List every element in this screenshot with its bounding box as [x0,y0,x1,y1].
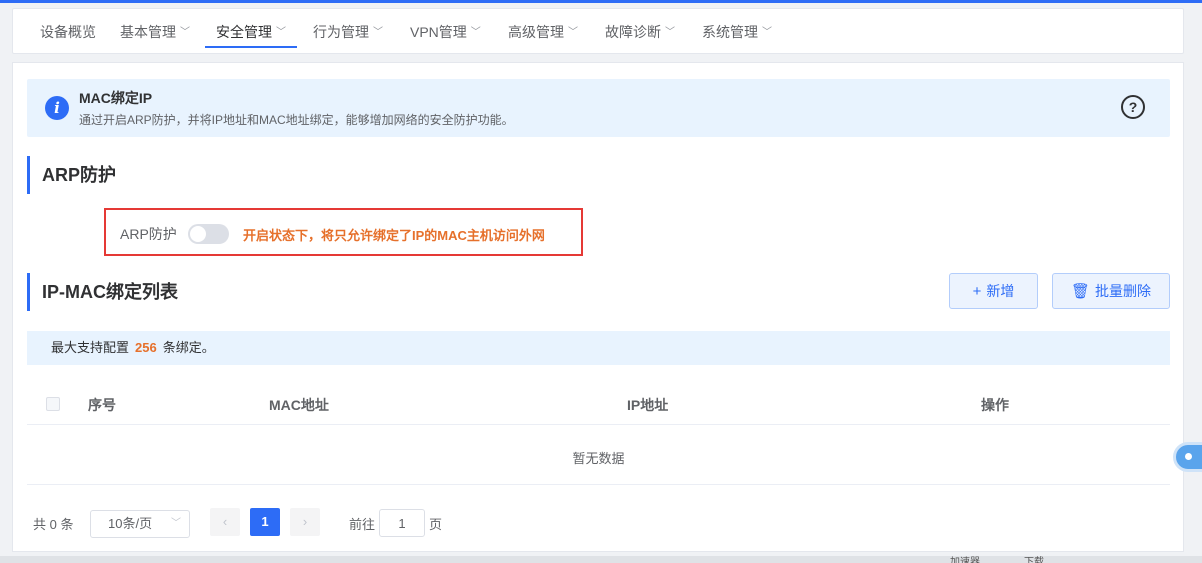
page-button-current[interactable]: 1 [250,508,280,536]
chevron-down-icon: ﹀ [180,27,190,38]
nav-item-label: 安全管理 [216,24,272,40]
top-accent-bar [0,0,1202,3]
arp-section-title: ARP防护 [27,156,116,194]
info-title: MAC绑定IP [79,90,153,106]
nav-item-label: 行为管理 [313,24,369,40]
page-size-select[interactable]: 10条/页 ﹀ [90,510,190,538]
nav-item-fault-diagnosis[interactable]: 故障诊断 ﹀ [605,9,675,55]
arp-hint-text: 开启状态下，将只允许绑定了IP的MAC主机访问外网 [243,228,545,243]
floating-assistant-icon[interactable] [1173,442,1202,472]
table-bottom-divider [27,484,1170,485]
nav-item-system-management[interactable]: 系统管理 ﹀ [702,9,772,55]
chevron-down-icon: ﹀ [762,27,772,38]
goto-suffix: 页 [429,517,443,532]
chevron-down-icon: ﹀ [665,27,675,38]
goto-page-input[interactable] [379,509,425,537]
nav-item-label: 设备概览 [40,24,96,40]
nav-item-device-overview[interactable]: 设备概览 [40,9,96,55]
nav-item-label: VPN管理 [410,24,467,40]
nav-item-security-management[interactable]: 安全管理 ﹀ [205,9,297,55]
empty-table-text: 暂无数据 [572,451,625,466]
info-description: 通过开启ARP防护，并将IP地址和MAC地址绑定，能够增加网络的安全防护功能。 [79,113,514,127]
goto-label: 前往 [349,517,376,532]
nav-item-label: 系统管理 [702,24,758,40]
nav-item-basic-management[interactable]: 基本管理 ﹀ [120,9,190,55]
nav-item-label: 故障诊断 [605,24,661,40]
column-header-index: 序号 [88,397,116,413]
switch-knob [190,226,206,242]
nav-item-label: 高级管理 [508,24,564,40]
plus-icon: + [972,283,982,300]
nav-item-behavior-management[interactable]: 行为管理 ﹀ [313,9,383,55]
chevron-down-icon: ﹀ [373,27,383,38]
batch-delete-button[interactable]: 🗑 批量删除 [1052,273,1170,309]
column-header-mac: MAC地址 [269,397,329,413]
info-icon: i [45,96,69,120]
ip-mac-list-title: IP-MAC绑定列表 [27,273,178,311]
column-header-actions: 操作 [981,397,1009,413]
page-size-value: 10条/页 [108,516,153,531]
arp-highlight-box: ARP防护 开启状态下，将只允许绑定了IP的MAC主机访问外网 [104,208,583,256]
add-button-label: 新增 [986,283,1015,299]
batch-delete-label: 批量删除 [1095,283,1152,299]
chevron-down-icon: ﹀ [171,518,181,529]
chevron-down-icon: ﹀ [568,27,578,38]
pagination-total: 共 0 条 [33,517,74,532]
arp-toggle-label: ARP防护 [120,226,177,242]
trash-icon: 🗑 [1070,283,1091,300]
limit-suffix: 条绑定。 [162,340,215,355]
main-card: i MAC绑定IP 通过开启ARP防护，并将IP地址和MAC地址绑定，能够增加网… [12,62,1184,552]
arp-toggle-switch[interactable] [188,224,229,244]
status-item-download[interactable]: 下载 [1024,556,1044,563]
add-button[interactable]: + 新增 [949,273,1038,309]
prev-page-button[interactable]: ‹ [210,508,240,536]
status-item-accelerator[interactable]: 加速器 [950,556,980,563]
info-banner: i MAC绑定IP 通过开启ARP防护，并将IP地址和MAC地址绑定，能够增加网… [27,79,1170,137]
table-header-divider [27,424,1170,425]
nav-item-vpn-management[interactable]: VPN管理 ﹀ [410,9,481,55]
browser-status-bar: 加速器 下载 [0,556,1202,563]
next-page-button[interactable]: › [290,508,320,536]
column-header-ip: IP地址 [627,397,669,413]
limit-value: 256 [135,340,157,355]
nav-item-advanced-management[interactable]: 高级管理 ﹀ [508,9,578,55]
help-icon[interactable]: ? [1121,95,1145,119]
chevron-down-icon: ﹀ [470,27,481,38]
nav-item-label: 基本管理 [120,24,176,40]
top-nav: 设备概览 基本管理 ﹀ 安全管理 ﹀ 行为管理 ﹀ VPN管理 ﹀ 高级管理 ﹀ 故障诊断… [12,8,1184,54]
binding-limit-bar: 最大支持配置 256 条绑定。 [27,331,1170,365]
chevron-down-icon: ﹀ [276,27,286,38]
select-all-checkbox[interactable] [46,397,60,411]
limit-prefix: 最大支持配置 [51,340,130,355]
